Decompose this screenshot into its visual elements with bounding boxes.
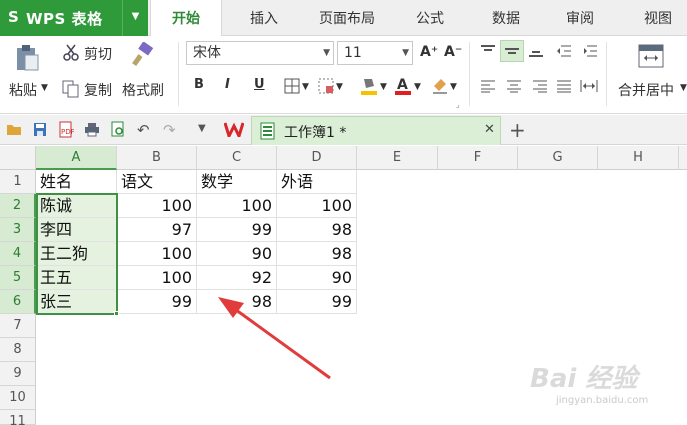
baidu-watermark-url: jingyan.baidu.com — [556, 395, 649, 406]
baidu-watermark: Bai 经验 — [530, 364, 638, 394]
